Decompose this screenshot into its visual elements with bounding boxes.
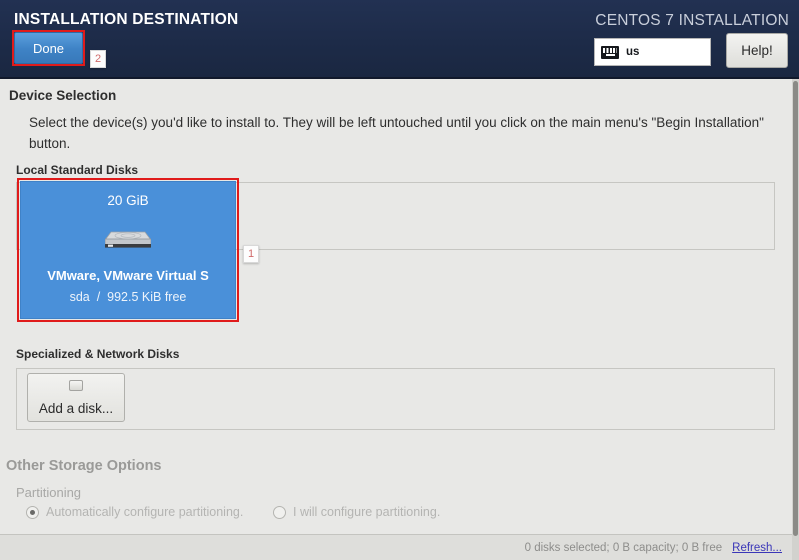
disk-model-label: VMware, VMware Virtual S — [47, 268, 209, 283]
disk-capacity-label: 20 GiB — [107, 193, 149, 208]
done-button[interactable]: Done — [14, 32, 83, 64]
radio-label-automatic: Automatically configure partitioning. — [46, 505, 244, 519]
main-content: Device Selection Select the device(s) yo… — [0, 79, 792, 560]
scrollbar-thumb[interactable] — [793, 81, 798, 536]
local-standard-disks-label: Local Standard Disks — [16, 163, 139, 177]
refresh-link[interactable]: Refresh... — [732, 542, 782, 554]
keyboard-icon — [601, 45, 619, 59]
other-storage-options-heading: Other Storage Options — [6, 458, 162, 474]
installation-destination-screen: INSTALLATION DESTINATION CENTOS 7 INSTAL… — [0, 0, 799, 560]
specialized-disks-label: Specialized & Network Disks — [16, 347, 180, 361]
disk-icon — [69, 380, 83, 391]
device-selection-description: Select the device(s) you'd like to insta… — [29, 115, 764, 151]
hard-drive-icon — [105, 231, 151, 248]
disk-summary-status: 0 disks selected; 0 B capacity; 0 B free — [524, 541, 723, 554]
partitioning-options: Automatically configure partitioning. I … — [26, 505, 771, 525]
keyboard-layout-indicator[interactable]: us — [594, 38, 711, 66]
disk-free-space: 992.5 KiB free — [107, 290, 187, 304]
app-header: INSTALLATION DESTINATION CENTOS 7 INSTAL… — [0, 0, 799, 79]
radio-manual-partitioning[interactable]: I will configure partitioning. — [273, 505, 440, 519]
specialized-disks-panel — [16, 368, 775, 430]
keyboard-layout-label: us — [626, 46, 640, 58]
device-selection-heading: Device Selection — [9, 88, 117, 103]
local-disk-tile[interactable]: 20 GiB VMware, VMware Virtual S sda / 99… — [20, 181, 236, 319]
disk-device-node: sda — [69, 290, 90, 304]
annotation-badge-1: 1 — [243, 245, 259, 263]
product-brand-label: CENTOS 7 INSTALLATION — [595, 12, 789, 29]
annotation-badge-2: 2 — [90, 50, 106, 68]
vertical-scrollbar[interactable] — [792, 79, 799, 560]
done-button-wrapper: Done — [14, 32, 83, 64]
radio-automatic-partitioning[interactable]: Automatically configure partitioning. — [26, 505, 243, 519]
add-disk-label: Add a disk... — [38, 401, 114, 416]
disk-info-separator: / — [96, 290, 101, 304]
add-disk-button[interactable]: Add a disk... — [27, 373, 125, 422]
radio-label-manual: I will configure partitioning. — [293, 505, 441, 519]
radio-dot-icon — [273, 505, 286, 519]
status-bar: 0 disks selected; 0 B capacity; 0 B free… — [0, 534, 792, 560]
partitioning-label: Partitioning — [16, 485, 82, 500]
page-title: INSTALLATION DESTINATION — [14, 11, 239, 28]
help-button[interactable]: Help! — [726, 33, 788, 68]
radio-dot-icon — [26, 505, 39, 519]
disk-device-info: sda / 992.5 KiB free — [21, 290, 235, 304]
